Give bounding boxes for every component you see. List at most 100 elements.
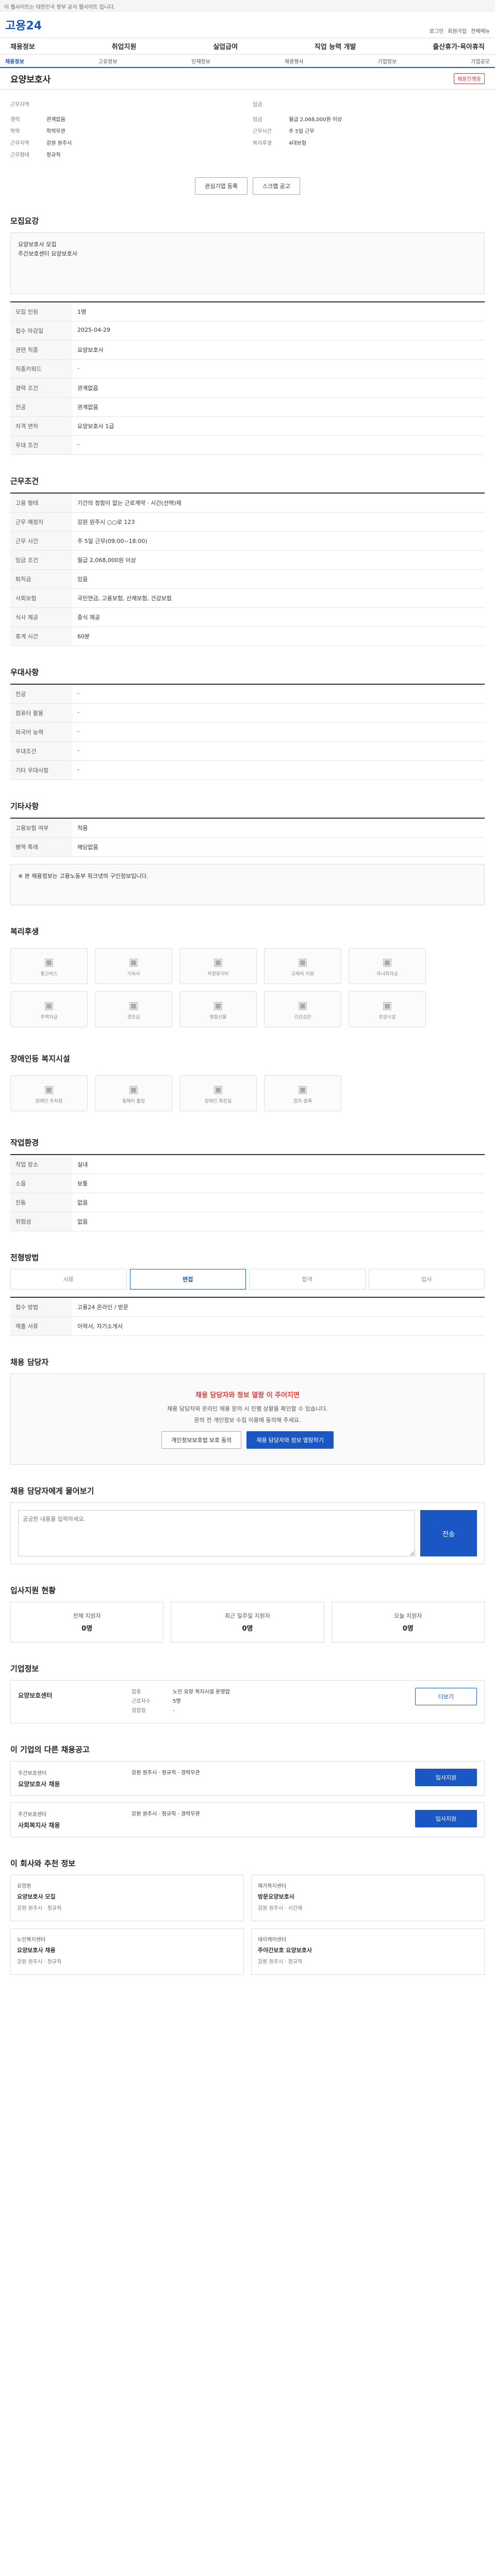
step-interview: 면접	[129, 1269, 246, 1290]
conditions-title: 근무조건	[10, 477, 39, 486]
docs-label: 제출 서류	[10, 1317, 72, 1335]
recruit-title[interactable]: 사회복지사 채용	[18, 1821, 121, 1829]
share-button[interactable]: 스크랩 공고	[253, 177, 300, 195]
tab-talent[interactable]: 인재정보	[191, 57, 210, 65]
recommend-card[interactable]: 요양원 요양보호사 모집 강원 원주시 · 정규직	[10, 1875, 244, 1921]
table-row: 병역 특례 해당없음	[10, 838, 485, 857]
other-recruits-list: 주간보호센터 요양보호사 채용 강원 원주시 · 정규직 · 경력무관 입사지원 주간보…	[10, 1761, 485, 1837]
region-value: 강원 원주시	[46, 141, 72, 146]
company-row-label: 근로자수	[131, 1699, 151, 1704]
recommend-meta: 강원 원주시 · 정규직	[17, 1959, 62, 1965]
signup-link[interactable]: 회원가입	[448, 27, 467, 35]
row-label: 퇴직금	[10, 570, 72, 588]
benefit-icon: ▣	[382, 998, 392, 1011]
step-join: 입사	[368, 1269, 485, 1290]
contact-title: 채용 담당자	[10, 1358, 49, 1367]
table-row: 퇴직금 있음	[10, 570, 485, 589]
company-more-button[interactable]: 더보기	[415, 1688, 477, 1705]
recommend-card[interactable]: 데이케어센터 주야간보호 요양보호사 강원 원주시 · 정규직	[251, 1928, 485, 1975]
row-value: -	[77, 709, 79, 716]
nav-item-jobs[interactable]: 채용정보	[10, 41, 35, 51]
company-row: 업종 노인 요양 복지시설 운영업	[131, 1688, 405, 1697]
recruit-meta: 강원 원주시 · 정규직 · 경력무관	[131, 1811, 200, 1817]
row-value: 기간의 정함이 없는 근로계약 · 시간(선택)제	[77, 500, 182, 506]
recommend-title[interactable]: 요양보호사 모집	[17, 1892, 237, 1901]
table-row: 기타 우대사항 -	[10, 761, 485, 780]
etc-table: 고용보험 여부 적용 병역 특례 해당없음	[10, 818, 485, 857]
benefit-item: ▣ 주택자금	[10, 991, 88, 1027]
company-row: 근로자수 5명	[131, 1697, 405, 1706]
stat-week-value: 0명	[242, 1625, 253, 1633]
qna-box: 전송	[10, 1502, 485, 1564]
company-title: 기업정보	[10, 1664, 39, 1673]
company-section: 기업정보 요양보호센터 업종 노인 요양 복지시설 운영업 근로자수 5명 설립일 - 더…	[0, 1663, 495, 1723]
privacy-agree-button[interactable]: 개인정보보호법 보호 동의	[161, 1431, 242, 1449]
job-actions: 관심기업 등록 스크랩 공고	[0, 172, 495, 215]
all-menu-link[interactable]: 전체메뉴	[471, 27, 490, 35]
table-row: 관련 직종 요양보호사	[10, 341, 485, 360]
row-label: 기타 우대사항	[10, 761, 72, 779]
nav-item-leave[interactable]: 출산휴가·육아휴직	[433, 41, 485, 51]
recommend-title[interactable]: 방문요양보호사	[258, 1892, 478, 1901]
scrap-button[interactable]: 관심기업 등록	[195, 177, 248, 195]
row-label: 위험성	[10, 1212, 72, 1231]
company-row-value: -	[173, 1708, 175, 1714]
tab-contest[interactable]: 기업공모	[471, 57, 490, 65]
login-link[interactable]: 로그인	[430, 27, 444, 35]
recommend-card[interactable]: 노인복지센터 요양보호사 채용 강원 원주시 · 정규직	[10, 1928, 244, 1975]
send-button[interactable]: 전송	[420, 1510, 477, 1556]
tab-company[interactable]: 기업정보	[378, 57, 397, 65]
table-row: 우대 조건 -	[10, 436, 485, 455]
benefit-item: ▣ 건강검진	[264, 991, 341, 1027]
nav-item-training[interactable]: 직업 능력 개발	[315, 41, 356, 51]
benefit-item: ▣ 교육비 지원	[264, 948, 341, 984]
contact-line2: 문의 전 개인정보 수집 이용에 동의해 주세요.	[194, 1417, 301, 1423]
disability-section: 장애인등 복지시설 ▣ 장애인 주차장 ▣ 휠체어 출입 ▣ 장애인 화장실 ▣ 점자 블록	[0, 1053, 495, 1116]
benefit-icon: ▣	[298, 1082, 308, 1095]
conditions-table: 고용 형태 기간의 정함이 없는 근로계약 · 시간(선택)제 근무 예정지 강원 원…	[10, 493, 485, 646]
benefit-label: 교육비 지원	[291, 971, 315, 977]
company-row-label: 설립일	[131, 1708, 146, 1714]
recommend-company: 데이케어센터	[258, 1937, 287, 1943]
nav-item-unemployment[interactable]: 실업급여	[213, 41, 238, 51]
row-value: 적용	[77, 825, 88, 832]
benefit-label: 주택자금	[40, 1014, 58, 1020]
company-row-value: 5명	[173, 1699, 181, 1704]
row-value: -	[77, 766, 79, 773]
row-label: 식사 제공	[10, 608, 72, 626]
row-label: 진동	[10, 1193, 72, 1212]
recruit-apply-button[interactable]: 입사지원	[415, 1769, 477, 1786]
site-logo[interactable]: 고용24	[5, 16, 42, 33]
row-label: 휴게 시간	[10, 627, 72, 646]
recruit-apply-button[interactable]: 입사지원	[415, 1810, 477, 1827]
step-docs: 서류	[10, 1269, 127, 1290]
sub-nav: 채용정보 고유정보 인재정보 채용행사 기업정보 기업공모	[0, 55, 495, 68]
nav-item-support[interactable]: 취업지원	[112, 41, 137, 51]
other-recruits-section: 이 기업의 다른 채용공고 주간보호센터 요양보호사 채용 강원 원주시 · 정규직…	[0, 1744, 495, 1837]
recommend-title[interactable]: 주야간보호 요양보호사	[258, 1946, 478, 1954]
table-row: 고용보험 여부 적용	[10, 819, 485, 838]
recommend-card[interactable]: 재가복지센터 방문요양보호사 강원 원주시 · 시간제	[251, 1875, 485, 1921]
recruit-card[interactable]: 주간보호센터 사회복지사 채용 강원 원주시 · 정규직 · 경력무관 입사지원	[10, 1802, 485, 1837]
tab-info[interactable]: 고유정보	[98, 57, 118, 65]
benefit-icon: ▣	[298, 998, 308, 1011]
benefit-icon: ▣	[128, 998, 139, 1011]
benefit-icon: ▣	[298, 955, 308, 968]
benefit-label: 점자 블록	[293, 1098, 312, 1104]
tab-events[interactable]: 채용행사	[285, 57, 304, 65]
benefit-item: ▣ 경조금	[95, 991, 172, 1027]
tab-jobs[interactable]: 채용정보	[5, 57, 24, 65]
recruit-table: 모집 인원 1명 접수 마감일 2025-04-29 관련 직종 요양보호사 직종키워드 - 경…	[10, 301, 485, 455]
recruit-card[interactable]: 주간보호센터 요양보호사 채용 강원 원주시 · 정규직 · 경력무관 입사지원	[10, 1761, 485, 1796]
row-value: 중식 제공	[77, 614, 100, 621]
view-contact-button[interactable]: 채용 담당자와 정보 열람하기	[246, 1431, 334, 1449]
row-value: 실내	[77, 1161, 88, 1168]
qna-section: 채용 담당자에게 물어보기 전송	[0, 1485, 495, 1564]
etc-title: 기타사항	[10, 802, 39, 811]
question-input[interactable]	[18, 1510, 415, 1556]
contact-line1: 채용 담당자와 온라인 채용 문의 시 진행 상황을 확인할 수 있습니다.	[167, 1405, 328, 1412]
row-value: 요양보호사 1급	[77, 423, 114, 430]
recommend-title[interactable]: 요양보호사 채용	[17, 1946, 237, 1954]
recruit-title[interactable]: 요양보호사 채용	[18, 1780, 121, 1788]
benefit-item: ▣ 통근버스	[10, 948, 88, 984]
